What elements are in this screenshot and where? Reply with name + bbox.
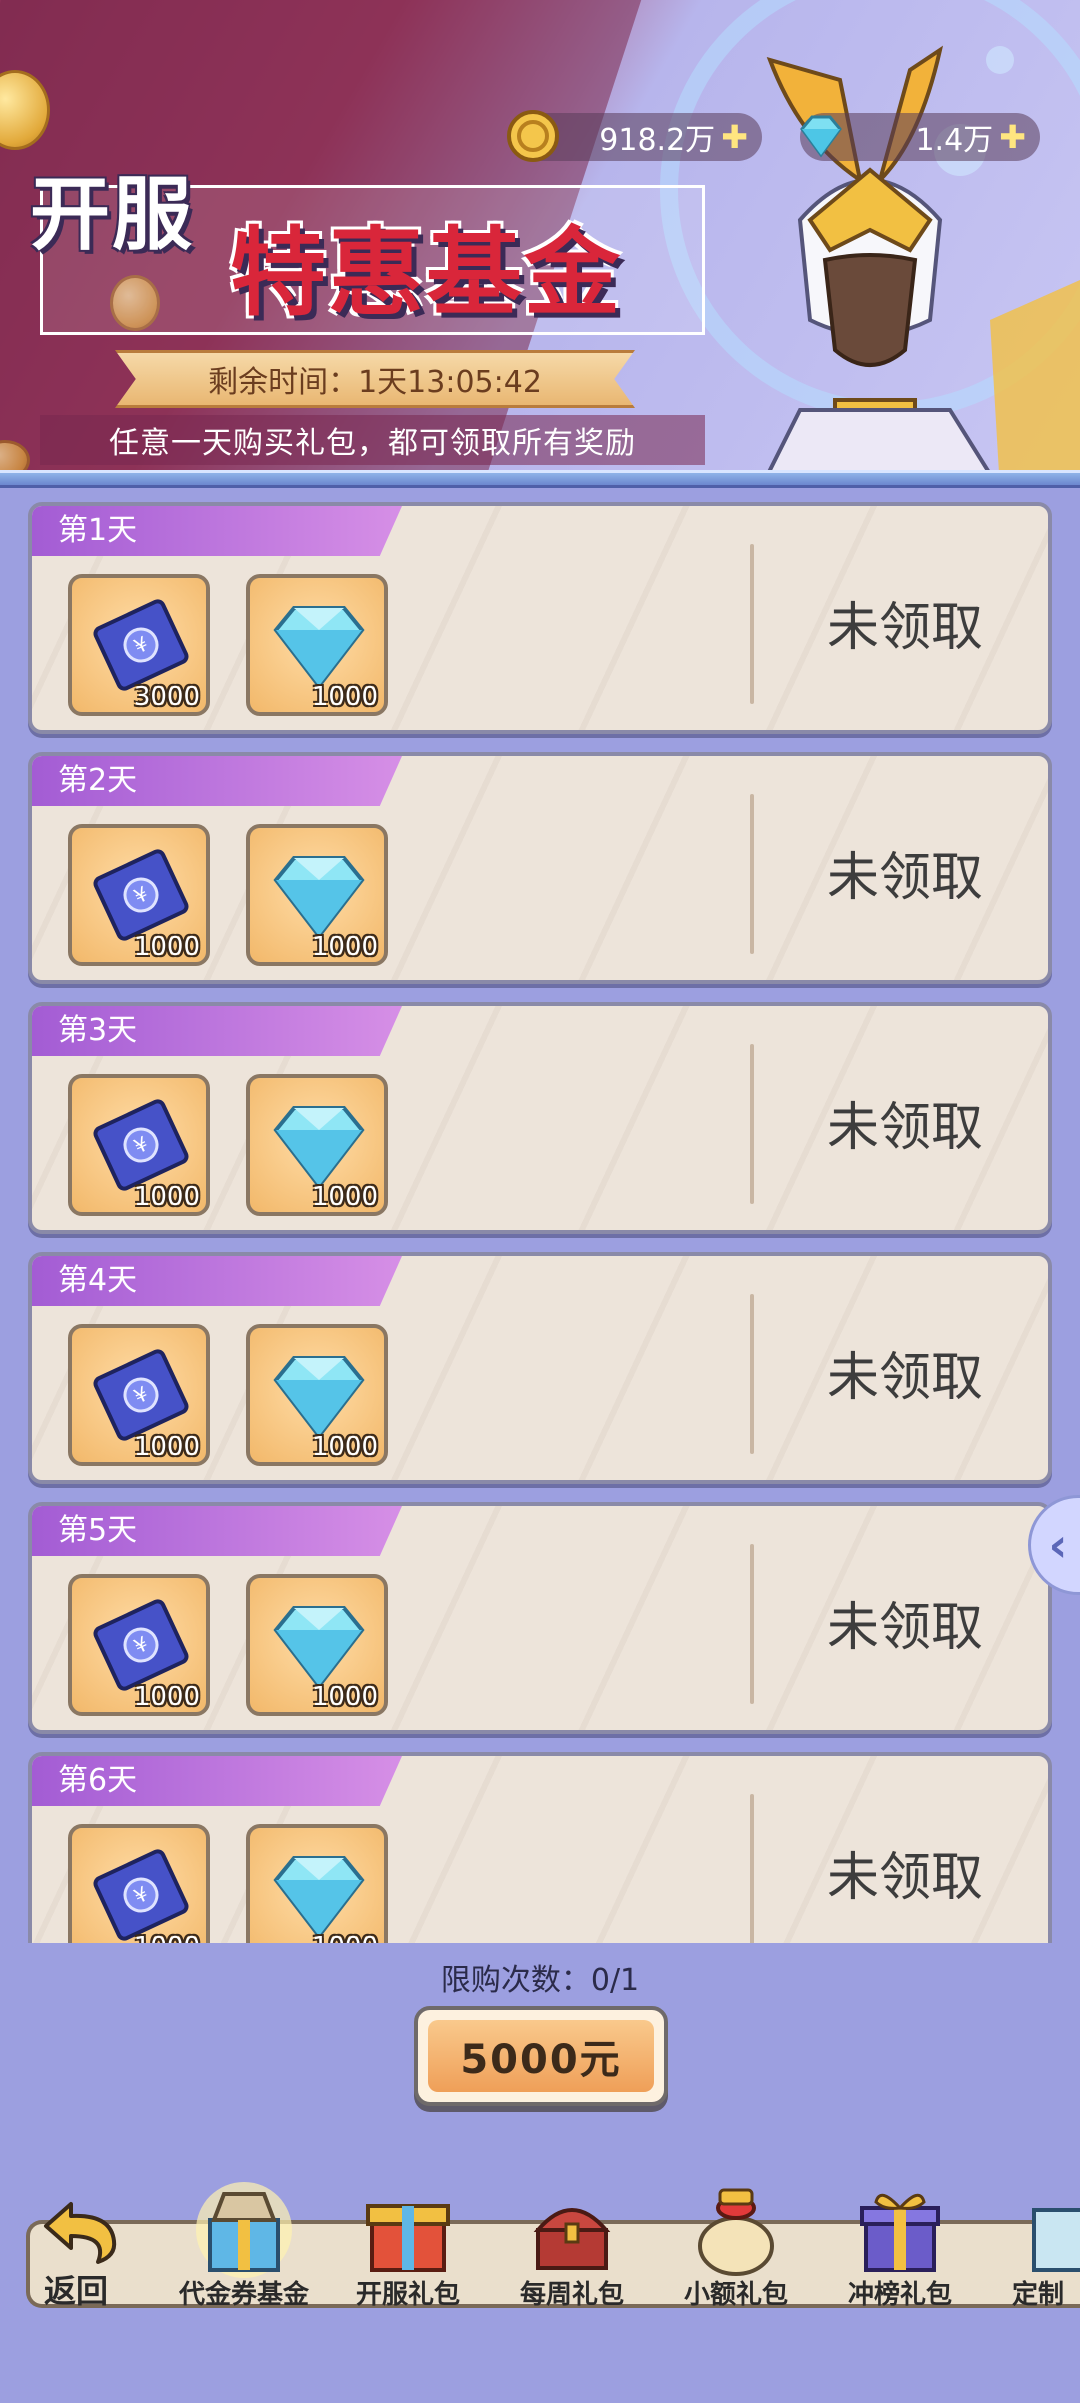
reward-quantity: 1000: [134, 1932, 200, 1943]
reward-item[interactable]: 1000: [246, 1824, 388, 1943]
gold-balance[interactable]: 918.2万 ✚: [507, 110, 762, 162]
reward-quantity: 1000: [311, 1682, 378, 1712]
money-bag-icon: [698, 2188, 774, 2276]
voucher-fund-chest-icon: [196, 2182, 292, 2278]
gold-amount: 918.2万: [599, 123, 716, 158]
diamond-currency-icon: [800, 115, 842, 158]
buy-button[interactable]: 5000元: [414, 2006, 668, 2106]
event-title-main: 开服: [30, 168, 194, 261]
reward-quantity: 1000: [133, 932, 200, 962]
claim-status[interactable]: 未领取: [754, 1006, 1048, 1230]
voucher-ticket-icon: ¥: [93, 1849, 189, 1941]
day-card-6: 第6天 ¥ 1000 1000 未领取: [28, 1752, 1052, 1943]
reward-quantity: 1000: [312, 1932, 378, 1943]
server-gift-box-icon: [366, 2204, 450, 2272]
reward-item[interactable]: 1000: [246, 824, 388, 966]
reward-item[interactable]: 1000: [246, 1574, 388, 1716]
reward-quantity: 1000: [133, 1432, 200, 1462]
claim-status[interactable]: 未领取: [754, 506, 1048, 730]
day-label: 第2天: [32, 756, 402, 806]
hero-character-illustration: [766, 45, 1080, 470]
weekly-chest-icon: [533, 2208, 611, 2270]
buy-price: 5000元: [428, 2020, 654, 2092]
reward-quantity: 1000: [311, 1182, 378, 1212]
day-card-3: 第3天 ¥ 1000 1000 未领取: [28, 1002, 1052, 1234]
reward-quantity: 1000: [311, 1432, 378, 1462]
day-card-5: 第5天 ¥ 1000 1000 未领取: [28, 1502, 1052, 1734]
diamond-balance[interactable]: 1.4万 ✚: [800, 113, 1040, 161]
gold-coin-icon: [507, 110, 559, 162]
reward-quantity: 1000: [311, 932, 378, 962]
day-card-2: 第2天 ¥ 1000 1000 未领取: [28, 752, 1052, 984]
nav-label: 小额礼包: [683, 2280, 788, 2310]
nav-ranking-gift[interactable]: 冲榜礼包: [820, 2180, 980, 2310]
daily-reward-list[interactable]: 第1天 ¥ 3000 1000 未领取 第2天 ¥ 1000 1000 未领取 …: [0, 488, 1080, 1943]
nav-voucher-fund[interactable]: 代金券基金: [164, 2180, 324, 2310]
day-label: 第5天: [32, 1506, 402, 1556]
day-label: 第4天: [32, 1256, 402, 1306]
reward-quantity: 1000: [311, 682, 378, 712]
day-card-1: 第1天 ¥ 3000 1000 未领取: [28, 502, 1052, 734]
custom-gift-icon: [1032, 2208, 1080, 2272]
reward-item[interactable]: 1000: [246, 574, 388, 716]
ranking-gift-box-icon: [860, 2193, 940, 2272]
claim-status[interactable]: 未领取: [754, 1506, 1048, 1730]
nav-label: 代金券基金: [178, 2280, 309, 2310]
reward-quantity: 1000: [133, 1182, 200, 1212]
event-banner: 开服 特惠基金 剩余时间：1天13:05:42 任意一天购买礼包，都可领取所有奖…: [0, 0, 1080, 470]
nav-small-gift[interactable]: 小额礼包: [656, 2180, 816, 2310]
claim-status[interactable]: 未领取: [754, 1256, 1048, 1480]
reward-item[interactable]: 1000: [246, 1324, 388, 1466]
day-label: 第6天: [32, 1756, 402, 1806]
nav-weekly-gift[interactable]: 每周礼包: [492, 2180, 652, 2310]
day-card-4: 第4天 ¥ 1000 1000 未领取: [28, 1252, 1052, 1484]
reward-item[interactable]: ¥ 1000: [68, 1324, 210, 1466]
event-notice: 任意一天购买礼包，都可领取所有奖励: [40, 415, 705, 465]
reward-quantity: 3000: [133, 682, 200, 712]
event-title-sub: 特惠基金: [230, 217, 622, 329]
reward-item[interactable]: ¥ 1000: [68, 1074, 210, 1216]
claim-status[interactable]: 未领取: [754, 1756, 1048, 1943]
day-label: 第1天: [32, 506, 402, 556]
add-gold-icon[interactable]: ✚: [721, 118, 748, 156]
countdown-timer: 剩余时间：1天13:05:42: [115, 350, 635, 408]
nav-label: 冲榜礼包: [847, 2280, 952, 2310]
reward-item[interactable]: 1000: [246, 1074, 388, 1216]
back-button[interactable]: 返回: [36, 2196, 136, 2310]
reward-quantity: 1000: [133, 1682, 200, 1712]
nav-label: 开服礼包: [355, 2280, 460, 2310]
claim-status[interactable]: 未领取: [754, 756, 1048, 980]
nav-label: 每周礼包: [519, 2280, 624, 2310]
reward-item[interactable]: ¥ 1000: [68, 1574, 210, 1716]
nav-custom-gift[interactable]: 定制: [984, 2180, 1080, 2310]
reward-item[interactable]: ¥ 1000: [68, 1824, 210, 1943]
day-label: 第3天: [32, 1006, 402, 1056]
back-arrow-icon: [44, 2202, 117, 2264]
nav-label: 定制: [1012, 2280, 1065, 2310]
purchase-limit: 限购次数：0/1: [440, 1963, 640, 1998]
diamond-amount: 1.4万: [915, 123, 994, 158]
nav-server-gift[interactable]: 开服礼包: [328, 2180, 488, 2310]
reward-item[interactable]: ¥ 1000: [68, 824, 210, 966]
add-diamond-icon[interactable]: ✚: [999, 118, 1026, 156]
banner-divider: [0, 470, 1080, 488]
reward-item[interactable]: ¥ 3000: [68, 574, 210, 716]
diamond-icon: [273, 1856, 365, 1940]
back-label: 返回: [44, 2272, 109, 2310]
